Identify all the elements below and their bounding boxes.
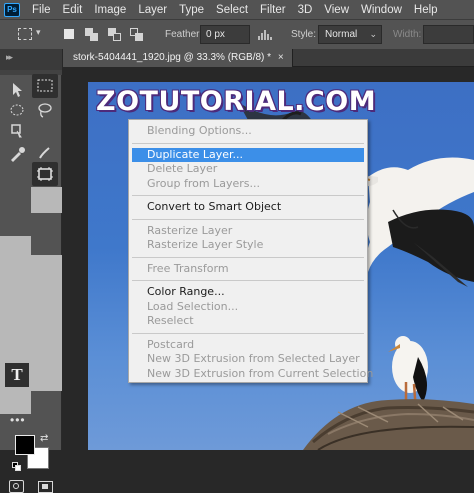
menu-window[interactable]: Window — [355, 4, 408, 16]
menu-separator — [132, 218, 364, 220]
style-label: Style: — [291, 29, 317, 40]
menu-item-3d-extrusion-selected-layer[interactable]: New 3D Extrusion from Selected Layer — [129, 352, 367, 367]
crop-tool-icon[interactable] — [5, 120, 31, 144]
menu-edit[interactable]: Edit — [57, 4, 89, 16]
menu-item-postcard[interactable]: Postcard — [129, 338, 367, 353]
lasso-tool-icon[interactable] — [32, 98, 58, 122]
menu-separator — [132, 280, 364, 281]
swap-colors-icon[interactable]: ⇄ — [40, 433, 48, 444]
menu-separator — [132, 195, 364, 196]
menu-type[interactable]: Type — [173, 4, 210, 16]
menu-view[interactable]: View — [318, 4, 355, 16]
menu-item-delete-layer[interactable]: Delete Layer — [129, 162, 367, 177]
add-to-selection-icon[interactable] — [85, 28, 98, 41]
frame-tool-icon[interactable] — [32, 162, 58, 186]
foreground-color-swatch[interactable] — [15, 435, 35, 455]
menu-separator — [132, 332, 364, 334]
tools-column-right — [31, 187, 62, 213]
document-tab-title: stork-5404441_1920.jpg @ 33.3% (RGB/8) * — [73, 52, 272, 63]
menu-item-convert-smart-object[interactable]: Convert to Smart Object — [129, 200, 367, 215]
tools-column-right-lower — [31, 255, 62, 391]
menu-item-rasterize-layer[interactable]: Rasterize Layer — [129, 224, 367, 239]
quick-mask-icon[interactable] — [9, 480, 24, 493]
menu-item-reselect[interactable]: Reselect — [129, 314, 367, 329]
width-input[interactable] — [423, 25, 474, 44]
eyedropper-tool-icon[interactable] — [5, 142, 31, 166]
watermark-text: ZOTUTORIAL.COM — [96, 86, 377, 117]
width-label: Width: — [393, 29, 422, 40]
layer-context-menu: Blending Options... Duplicate Layer... D… — [128, 119, 373, 383]
chevron-down-icon[interactable]: ▾ — [36, 27, 41, 38]
elliptical-marquee-icon[interactable] — [5, 98, 31, 122]
screen-mode-icon[interactable] — [38, 481, 53, 493]
feather-input[interactable]: 0 px — [200, 25, 250, 44]
menu-item-free-transform[interactable]: Free Transform — [129, 262, 367, 277]
more-tools-icon[interactable]: ••• — [10, 413, 26, 427]
new-selection-icon[interactable] — [64, 29, 74, 39]
menu-item-group-from-layers[interactable]: Group from Layers... — [129, 177, 367, 192]
menu-file[interactable]: File — [26, 4, 57, 16]
menu-item-load-selection[interactable]: Load Selection... — [129, 300, 367, 315]
rect-marquee-tool-icon[interactable] — [32, 74, 58, 98]
menu-layer[interactable]: Layer — [132, 4, 173, 16]
menu-3d[interactable]: 3D — [292, 4, 319, 16]
tools-panel: T ••• ⇄ — [0, 70, 62, 493]
default-colors-icon[interactable] — [12, 462, 22, 471]
menu-select[interactable]: Select — [210, 4, 254, 16]
photoshop-logo: Ps — [4, 2, 20, 17]
intersect-selection-icon[interactable] — [130, 28, 143, 41]
options-bar: ▾ Feather: 0 px Style: Normal ⌄ Width: — [0, 19, 474, 49]
menu-item-duplicate-layer[interactable]: Duplicate Layer... — [132, 147, 364, 162]
document-tab-bar: stork-5404441_1920.jpg @ 33.3% (RGB/8) *… — [63, 49, 474, 67]
menu-help[interactable]: Help — [408, 4, 444, 16]
style-select-value: Normal — [325, 29, 358, 40]
menu-image[interactable]: Image — [88, 4, 132, 16]
menu-bar: Ps File Edit Image Layer Type Select Fil… — [0, 0, 474, 19]
feather-label: Feather: — [165, 29, 203, 40]
menu-item-color-range[interactable]: Color Range... — [129, 285, 367, 300]
menu-item-3d-extrusion-current-selection[interactable]: New 3D Extrusion from Current Selection — [129, 367, 373, 382]
close-icon[interactable]: × — [278, 52, 284, 63]
menu-item-blending-options[interactable]: Blending Options... — [129, 124, 367, 139]
menu-separator — [132, 142, 364, 144]
subtract-selection-icon[interactable] — [108, 28, 121, 41]
document-tab[interactable]: stork-5404441_1920.jpg @ 33.3% (RGB/8) *… — [63, 49, 293, 67]
rect-marquee-icon[interactable] — [18, 28, 32, 40]
style-select[interactable]: Normal ⌄ — [318, 25, 382, 44]
menu-filter[interactable]: Filter — [254, 4, 292, 16]
type-tool-icon[interactable]: T — [5, 363, 29, 387]
menu-item-rasterize-layer-style[interactable]: Rasterize Layer Style — [129, 238, 367, 253]
menu-separator — [132, 256, 364, 258]
tools-column-left — [0, 236, 31, 414]
anti-alias-icon[interactable] — [258, 29, 272, 40]
collapse-panel-icon[interactable]: ▸▸ — [6, 52, 13, 63]
chevron-down-icon: ⌄ — [369, 29, 377, 39]
